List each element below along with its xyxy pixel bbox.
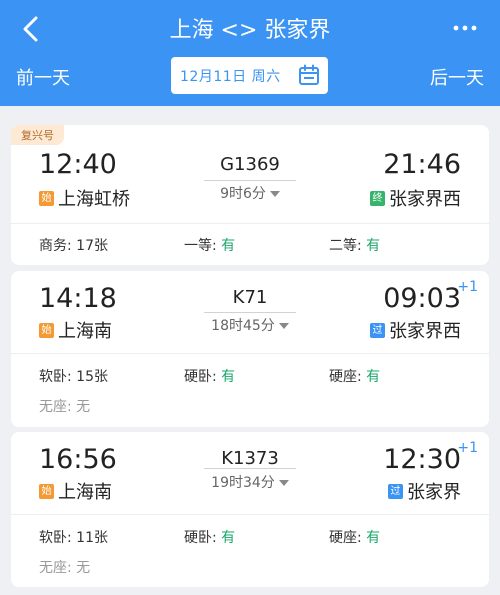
departure-time: 14:18 <box>39 283 117 314</box>
seat-value: 17张 <box>76 238 108 254</box>
more-icon[interactable] <box>452 22 478 34</box>
departure-station-name: 上海南 <box>58 321 112 342</box>
pass-through-badge: 过 <box>370 322 385 338</box>
caret-down-icon <box>269 191 280 197</box>
seat-label: 二等: <box>329 238 367 254</box>
arrival-station-name: 张家界 <box>407 482 461 503</box>
departure-station-name: 上海南 <box>58 482 112 503</box>
arrival-time: 12:30 <box>383 444 461 475</box>
seat-label: 一等: <box>184 238 222 254</box>
terminal-badge: 终 <box>370 190 385 206</box>
arrival-station-name: 张家界西 <box>389 321 461 342</box>
train-card[interactable]: 复兴号 12:40 G1369 21:46 始 上海虹桥 9时6分 终 张家界西… <box>11 125 489 265</box>
origin-badge: 始 <box>39 483 54 499</box>
seat-label: 软卧: <box>39 369 77 385</box>
arrival-station: 终 张家界西 <box>370 185 461 211</box>
arrival-time: 09:03 <box>383 283 461 314</box>
train-number: K71 <box>232 287 268 308</box>
seat-value: 无 <box>76 560 91 576</box>
seat-info: 二等: 有 <box>329 235 380 255</box>
departure-station: 始 上海南 <box>39 478 112 504</box>
duration[interactable]: 9时6分 <box>196 183 304 203</box>
seat-info: 硬座: 有 <box>329 366 380 386</box>
date-picker[interactable]: 12月11日 周六 <box>171 57 328 94</box>
route-title: 上海 <> 张家界 <box>169 18 331 43</box>
seat-label: 硬座: <box>329 369 367 385</box>
origin-badge: 始 <box>39 190 54 206</box>
seat-info: 硬卧: 有 <box>184 527 235 547</box>
arrival-time: 21:46 <box>383 149 461 180</box>
seat-value: 有 <box>366 369 381 385</box>
next-day-button[interactable]: 后一天 <box>430 64 484 90</box>
date-label: 12月11日 周六 <box>180 68 281 85</box>
train-number: K1373 <box>221 448 279 469</box>
seat-value: 11张 <box>76 530 108 546</box>
seat-label: 无座: <box>39 399 77 415</box>
departure-time: 12:40 <box>39 149 117 180</box>
duration[interactable]: 19时34分 <box>196 472 304 492</box>
seat-label: 无座: <box>39 560 77 576</box>
divider <box>11 353 489 354</box>
next-day-marker: +1 <box>457 440 478 456</box>
seat-label: 硬卧: <box>184 530 222 546</box>
calendar-icon <box>299 64 319 85</box>
pass-through-badge: 过 <box>388 483 403 499</box>
route-line <box>204 312 296 313</box>
arrival-station-name: 张家界西 <box>389 189 461 210</box>
next-day-marker: +1 <box>457 279 478 295</box>
route-line <box>204 468 296 469</box>
arrival-station: 过 张家界 <box>388 478 461 504</box>
seat-info: 无座: 无 <box>39 557 90 577</box>
prev-day-button[interactable]: 前一天 <box>16 64 70 90</box>
seat-info: 软卧: 15张 <box>39 366 108 386</box>
seat-info: 软卧: 11张 <box>39 527 108 547</box>
duration-text: 9时6分 <box>220 186 266 202</box>
duration-text: 18时45分 <box>211 318 275 334</box>
seat-value: 有 <box>366 238 381 254</box>
departure-time: 16:56 <box>39 444 117 475</box>
duration[interactable]: 18时45分 <box>196 315 304 335</box>
seat-value: 有 <box>366 530 381 546</box>
seat-info: 硬卧: 有 <box>184 366 235 386</box>
seat-value: 有 <box>221 238 236 254</box>
seat-value: 15张 <box>76 369 108 385</box>
train-card[interactable]: 16:56 K1373 12:30 +1 始 上海南 19时34分 过 张家界 … <box>11 432 489 587</box>
seat-value: 有 <box>221 369 236 385</box>
divider <box>11 514 489 515</box>
duration-text: 19时34分 <box>211 475 275 491</box>
seat-value: 无 <box>76 399 91 415</box>
top-bar: 上海 <> 张家界 前一天 12月11日 周六 后一天 <box>0 0 500 106</box>
seat-info: 硬座: 有 <box>329 527 380 547</box>
caret-down-icon <box>278 323 289 329</box>
seat-value: 有 <box>221 530 236 546</box>
seat-info: 商务: 17张 <box>39 235 108 255</box>
seat-info: 一等: 有 <box>184 235 235 255</box>
origin-badge: 始 <box>39 322 54 338</box>
train-tag: 复兴号 <box>11 125 64 145</box>
seat-label: 软卧: <box>39 530 77 546</box>
departure-station: 始 上海虹桥 <box>39 185 130 211</box>
divider <box>11 223 489 224</box>
departure-station-name: 上海虹桥 <box>58 189 130 210</box>
seat-label: 硬座: <box>329 530 367 546</box>
departure-station: 始 上海南 <box>39 317 112 343</box>
train-number: G1369 <box>220 154 280 175</box>
train-card[interactable]: 14:18 K71 09:03 +1 始 上海南 18时45分 过 张家界西 软… <box>11 271 489 427</box>
route-line <box>204 180 296 181</box>
caret-down-icon <box>278 480 289 486</box>
seat-label: 商务: <box>39 238 77 254</box>
seat-label: 硬卧: <box>184 369 222 385</box>
seat-info: 无座: 无 <box>39 396 90 416</box>
arrival-station: 过 张家界西 <box>370 317 461 343</box>
